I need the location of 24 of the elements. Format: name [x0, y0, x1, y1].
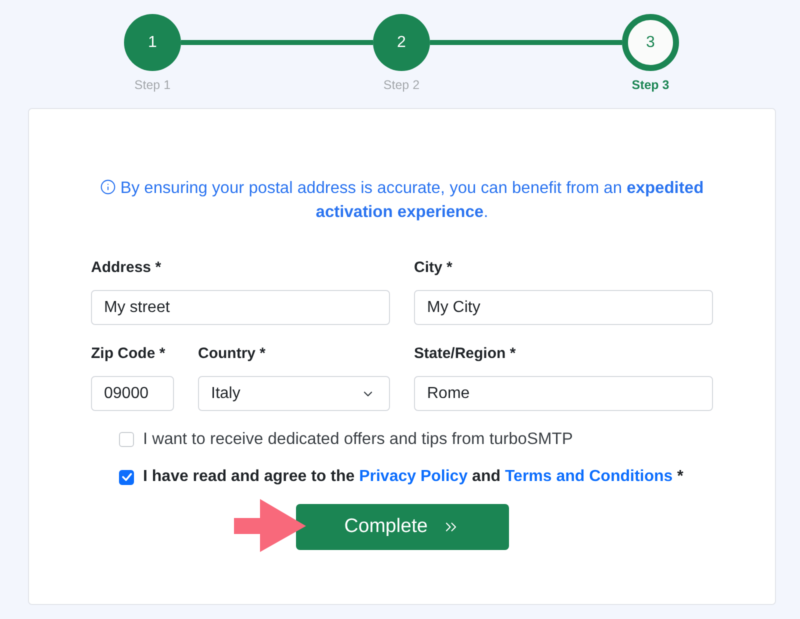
- text-link[interactable]: Terms and Conditions: [504, 468, 673, 485]
- step-label: Step 3: [632, 77, 670, 93]
- checkbox[interactable]: [119, 432, 134, 446]
- info-icon: [100, 179, 116, 195]
- checkmark-icon: [122, 473, 132, 481]
- field-label: Address *: [91, 259, 162, 276]
- complete-button[interactable]: Complete: [296, 504, 508, 550]
- arrow-icon: [234, 499, 306, 552]
- field-label: State/Region *: [414, 345, 516, 362]
- text-input[interactable]: My street: [91, 290, 390, 325]
- field-label: City *: [414, 259, 452, 276]
- step-label: Step 1: [134, 77, 171, 93]
- text-input[interactable]: 09000: [91, 376, 174, 411]
- field-label: Country *: [198, 345, 266, 362]
- checkbox[interactable]: [119, 470, 134, 484]
- field-label: Zip Code *: [91, 345, 166, 362]
- dropdown-field[interactable]: Italy: [198, 376, 390, 411]
- checkbox-label: I have read and agree to the Privacy Policy and Terms and Conditions *: [143, 467, 684, 487]
- text-input[interactable]: My City: [414, 290, 713, 325]
- info-notice: By ensuring your postal address is accurate, you can benefit from an expedited activation experience.: [120, 179, 704, 221]
- text-link[interactable]: Privacy Policy: [359, 468, 468, 485]
- text-input[interactable]: Rome: [414, 376, 713, 411]
- step-label: Step 2: [383, 77, 420, 93]
- checkbox-label: I want to receive dedicated offers and tips from turboSMTP: [143, 429, 573, 450]
